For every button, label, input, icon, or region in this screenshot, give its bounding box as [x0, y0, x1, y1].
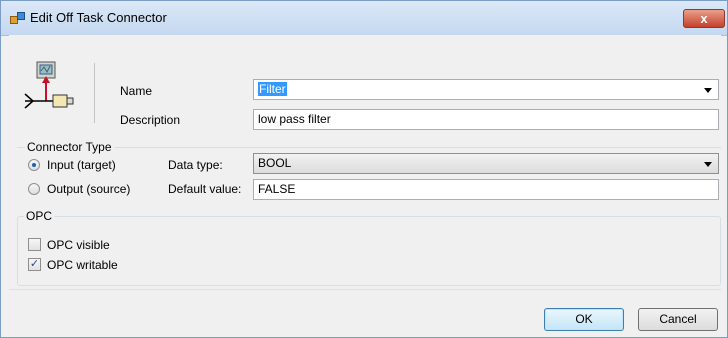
radio-selected-dot	[32, 163, 36, 167]
description-field[interactable]: low pass filter	[253, 109, 719, 130]
input-target-radio[interactable]	[28, 159, 40, 171]
icon-separator	[94, 63, 95, 123]
opc-group-border	[17, 216, 721, 286]
cancel-button[interactable]: Cancel	[638, 308, 718, 331]
ok-button[interactable]: OK	[544, 308, 624, 331]
output-source-label[interactable]: Output (source)	[47, 182, 130, 196]
description-label: Description	[120, 113, 181, 127]
name-label: Name	[120, 84, 153, 98]
opc-group-title: OPC	[24, 209, 55, 223]
opc-visible-checkbox[interactable]	[28, 238, 41, 251]
opc-writable-checkbox[interactable]: ✓	[28, 258, 41, 271]
edit-off-task-connector-dialog: Edit Off Task Connector x Name Filter De…	[0, 0, 728, 338]
opc-visible-label[interactable]: OPC visible	[47, 238, 110, 252]
connector-type-group-border	[17, 147, 721, 148]
name-combobox[interactable]: Filter	[253, 79, 719, 100]
data-type-combobox[interactable]: BOOL	[253, 153, 719, 174]
input-target-label[interactable]: Input (target)	[47, 158, 116, 172]
chevron-down-icon[interactable]	[704, 88, 712, 93]
app-icon	[10, 12, 25, 24]
name-value: Filter	[258, 82, 287, 96]
opc-writable-label[interactable]: OPC writable	[47, 258, 118, 272]
connector-type-group-title: Connector Type	[25, 140, 114, 154]
data-type-value: BOOL	[258, 156, 292, 170]
window-title: Edit Off Task Connector	[30, 10, 167, 25]
connector-icon	[24, 61, 74, 109]
close-icon: x	[700, 11, 708, 26]
default-value-label: Default value:	[168, 182, 242, 196]
data-type-label: Data type:	[168, 158, 223, 172]
chevron-down-icon[interactable]	[704, 162, 712, 167]
checkmark-icon: ✓	[29, 258, 40, 270]
close-button[interactable]: x	[683, 9, 725, 28]
footer-separator	[9, 289, 721, 290]
default-value-field[interactable]: FALSE	[253, 179, 719, 200]
title-bar[interactable]: Edit Off Task Connector x	[1, 1, 727, 36]
output-source-radio[interactable]	[28, 183, 40, 195]
